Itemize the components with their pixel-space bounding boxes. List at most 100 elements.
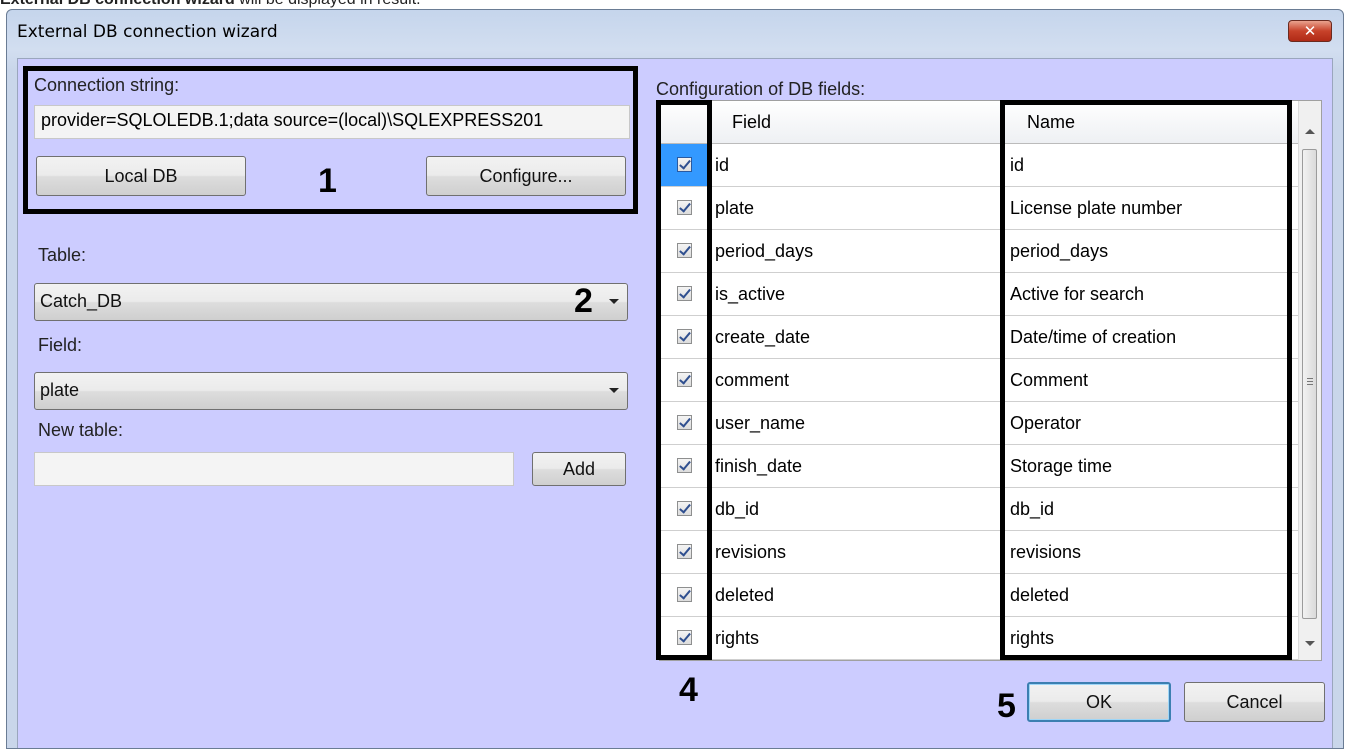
- name-cell[interactable]: period_days: [1005, 230, 1300, 273]
- field-cell[interactable]: plate: [710, 187, 1005, 230]
- grid-header-row: Field Name: [660, 101, 1300, 144]
- checkbox-checked[interactable]: [677, 200, 692, 215]
- name-cell[interactable]: rights: [1005, 617, 1300, 660]
- caption-bold: External DB connection wizard: [0, 0, 235, 8]
- title-bar[interactable]: External DB connection wizard ✕: [7, 10, 1343, 58]
- add-button[interactable]: Add: [532, 452, 626, 486]
- row-checkbox-cell[interactable]: [660, 187, 710, 230]
- field-cell[interactable]: period_days: [710, 230, 1005, 273]
- window-title: External DB connection wizard: [17, 22, 278, 42]
- table-label: Table:: [38, 245, 87, 265]
- local-db-button[interactable]: Local DB: [36, 156, 246, 196]
- row-checkbox-cell[interactable]: [660, 531, 710, 574]
- name-cell[interactable]: Comment: [1005, 359, 1300, 402]
- table-row[interactable]: finish_date Storage time: [660, 445, 1300, 488]
- new-table-label: New table:: [38, 420, 124, 440]
- table-row[interactable]: create_date Date/time of creation: [660, 316, 1300, 359]
- checkbox-checked[interactable]: [677, 458, 692, 473]
- caption-rest: will be displayed in result.: [235, 0, 420, 8]
- checkbox-checked[interactable]: [677, 157, 692, 172]
- field-cell[interactable]: rights: [710, 617, 1005, 660]
- field-cell[interactable]: comment: [710, 359, 1005, 402]
- row-checkbox-cell[interactable]: [660, 273, 710, 316]
- checkbox-checked[interactable]: [677, 329, 692, 344]
- row-checkbox-cell[interactable]: [660, 617, 710, 660]
- field-cell[interactable]: revisions: [710, 531, 1005, 574]
- name-cell[interactable]: id: [1005, 144, 1300, 187]
- scroll-up-icon[interactable]: [1305, 129, 1315, 134]
- grid-vertical-scrollbar[interactable]: [1298, 101, 1321, 660]
- field-cell[interactable]: id: [710, 144, 1005, 187]
- checkbox-checked[interactable]: [677, 286, 692, 301]
- ok-button[interactable]: OK: [1027, 682, 1171, 722]
- checkbox-checked[interactable]: [677, 630, 692, 645]
- grip-line-icon: [1307, 381, 1313, 382]
- table-combobox-value: Catch_DB: [40, 291, 123, 311]
- field-cell[interactable]: is_active: [710, 273, 1005, 316]
- field-combobox[interactable]: plate: [34, 372, 628, 410]
- page-caption: External DB connection wizard will be di…: [0, 0, 421, 9]
- grid-header-field[interactable]: Field: [710, 101, 1005, 144]
- annotation-5: 5: [997, 687, 1016, 725]
- field-label: Field:: [38, 335, 83, 355]
- name-cell[interactable]: Active for search: [1005, 273, 1300, 316]
- scrollbar-thumb[interactable]: [1302, 149, 1317, 619]
- close-icon: ✕: [1303, 22, 1317, 40]
- checkbox-checked[interactable]: [677, 544, 692, 559]
- close-button[interactable]: ✕: [1288, 20, 1332, 42]
- field-cell[interactable]: user_name: [710, 402, 1005, 445]
- scroll-down-icon[interactable]: [1305, 641, 1315, 646]
- grid-header-check[interactable]: [660, 101, 710, 144]
- table-row[interactable]: user_name Operator: [660, 402, 1300, 445]
- row-checkbox-cell[interactable]: [660, 574, 710, 617]
- table-row[interactable]: revisions revisions: [660, 531, 1300, 574]
- annotation-2: 2: [574, 282, 593, 320]
- table-row[interactable]: id id: [660, 144, 1300, 187]
- table-combobox[interactable]: Catch_DB: [34, 283, 628, 321]
- row-checkbox-cell[interactable]: [660, 144, 710, 187]
- grip-line-icon: [1307, 384, 1313, 385]
- db-fields-grid[interactable]: Field Name id id plate License plate num…: [659, 100, 1322, 661]
- checkbox-checked[interactable]: [677, 501, 692, 516]
- chevron-down-icon: [609, 299, 619, 304]
- cancel-button[interactable]: Cancel: [1184, 682, 1325, 722]
- name-cell[interactable]: License plate number: [1005, 187, 1300, 230]
- table-row[interactable]: deleted deleted: [660, 574, 1300, 617]
- table-row[interactable]: rights rights: [660, 617, 1300, 660]
- field-cell[interactable]: finish_date: [710, 445, 1005, 488]
- field-cell[interactable]: deleted: [710, 574, 1005, 617]
- checkbox-checked[interactable]: [677, 372, 692, 387]
- row-checkbox-cell[interactable]: [660, 359, 710, 402]
- field-cell[interactable]: db_id: [710, 488, 1005, 531]
- grip-line-icon: [1307, 378, 1313, 379]
- field-cell[interactable]: create_date: [710, 316, 1005, 359]
- grid-header-name[interactable]: Name: [1005, 101, 1300, 144]
- name-cell[interactable]: db_id: [1005, 488, 1300, 531]
- config-label: Configuration of DB fields:: [656, 79, 866, 99]
- name-cell[interactable]: revisions: [1005, 531, 1300, 574]
- annotation-4: 4: [679, 671, 698, 709]
- connection-string-field[interactable]: provider=SQLOLEDB.1;data source=(local)\…: [34, 105, 630, 139]
- name-cell[interactable]: Storage time: [1005, 445, 1300, 488]
- row-checkbox-cell[interactable]: [660, 316, 710, 359]
- table-row[interactable]: plate License plate number: [660, 187, 1300, 230]
- annotation-1: 1: [318, 162, 337, 200]
- table-row[interactable]: period_days period_days: [660, 230, 1300, 273]
- name-cell[interactable]: Date/time of creation: [1005, 316, 1300, 359]
- row-checkbox-cell[interactable]: [660, 445, 710, 488]
- name-cell[interactable]: deleted: [1005, 574, 1300, 617]
- configure-button[interactable]: Configure...: [426, 156, 626, 196]
- connection-string-label: Connection string:: [34, 75, 180, 95]
- field-combobox-value: plate: [40, 380, 80, 400]
- row-checkbox-cell[interactable]: [660, 488, 710, 531]
- row-checkbox-cell[interactable]: [660, 230, 710, 273]
- table-row[interactable]: db_id db_id: [660, 488, 1300, 531]
- table-row[interactable]: comment Comment: [660, 359, 1300, 402]
- name-cell[interactable]: Operator: [1005, 402, 1300, 445]
- checkbox-checked[interactable]: [677, 415, 692, 430]
- table-row[interactable]: is_active Active for search: [660, 273, 1300, 316]
- new-table-field[interactable]: [34, 452, 514, 486]
- checkbox-checked[interactable]: [677, 243, 692, 258]
- row-checkbox-cell[interactable]: [660, 402, 710, 445]
- checkbox-checked[interactable]: [677, 587, 692, 602]
